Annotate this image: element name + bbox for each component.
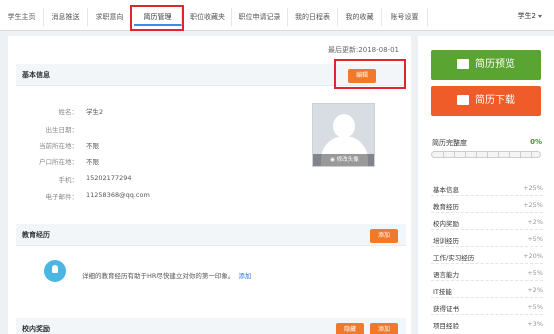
tab-job-intention[interactable]: 求职意向	[88, 8, 132, 26]
progress-segment	[498, 152, 499, 157]
tab-account-settings[interactable]: 账号设置	[382, 8, 428, 26]
resume-download-label: 简历下载	[475, 95, 515, 106]
section-item-projects[interactable]: 项目经验 +3%	[431, 320, 543, 332]
section-name: 教育经历	[433, 203, 459, 211]
resume-preview-button[interactable]: 简历预览	[431, 50, 541, 80]
phone-label: 手机：	[58, 176, 79, 184]
progress-segment	[476, 152, 477, 157]
avatar[interactable]: ◉ 修改头像	[312, 103, 375, 167]
section-name: IT技能	[433, 288, 452, 296]
lightbulb-icon	[44, 260, 66, 282]
education-title: 教育经历	[22, 231, 50, 239]
email-label: 电子邮件：	[45, 193, 79, 201]
completeness-label: 简历完整度	[432, 139, 467, 147]
email-value: 11258368@qq.com	[86, 191, 150, 199]
highlight-box-tab	[130, 5, 184, 31]
section-item-training[interactable]: 培训经历 +5%	[431, 235, 543, 247]
resume-panel: 最后更新:2018-08-01 基本信息 编辑 姓名： 学生2 出生日期： 当前…	[8, 36, 411, 334]
user-menu[interactable]: 学生2	[518, 11, 542, 21]
add-awards-button[interactable]: 添加	[370, 323, 399, 334]
completeness-percent: 0%	[530, 138, 542, 146]
section-percent: +25%	[523, 201, 543, 209]
add-education-button[interactable]: 添加	[370, 229, 399, 243]
section-percent: +5%	[527, 303, 543, 311]
current-location-value: 不限	[86, 142, 99, 150]
awards-header: 校内奖励 隐藏 添加	[16, 318, 406, 334]
section-percent: +2%	[527, 286, 543, 294]
section-item-it-skills[interactable]: IT技能 +2%	[431, 286, 543, 298]
progress-segment	[465, 152, 466, 157]
phone-value: 15202177294	[86, 174, 132, 182]
change-avatar-button[interactable]: ◉ 修改头像	[313, 154, 374, 166]
section-item-basic-info[interactable]: 基本信息 +25%	[431, 184, 543, 196]
section-item-language[interactable]: 语言能力 +5%	[431, 269, 543, 281]
user-name: 学生2	[517, 12, 536, 20]
resume-download-button[interactable]: 简历下载	[431, 86, 541, 116]
avatar-head-shape	[333, 114, 355, 138]
section-percent: +3%	[527, 320, 543, 328]
awards-title: 校内奖励	[22, 325, 50, 333]
education-add-link[interactable]: 添加	[238, 272, 251, 280]
section-name: 获得证书	[433, 305, 459, 313]
hukou-location-label: 户口所在地：	[39, 158, 78, 166]
progress-segment	[443, 152, 444, 157]
name-label: 姓名：	[58, 108, 79, 116]
section-item-education[interactable]: 教育经历 +25%	[431, 201, 543, 213]
tab-job-favorites[interactable]: 职位收藏夹	[184, 8, 232, 26]
section-name: 工作/实习经历	[433, 254, 475, 262]
section-percent: +5%	[527, 269, 543, 277]
tab-my-schedule[interactable]: 我的日程表	[288, 8, 338, 26]
section-percent: +5%	[527, 235, 543, 243]
tab-application-records[interactable]: 职位申请记录	[232, 8, 288, 26]
section-name: 校内奖励	[433, 220, 459, 228]
progress-segment	[531, 152, 532, 157]
section-name: 基本信息	[433, 186, 459, 194]
section-item-work-internship[interactable]: 工作/实习经历 +20%	[431, 252, 543, 264]
completeness-progress-bar	[431, 151, 541, 158]
resume-preview-label: 简历预览	[475, 59, 515, 70]
section-name: 培训经历	[433, 237, 459, 245]
tab-student-home[interactable]: 学生主页	[0, 8, 44, 26]
progress-segment	[487, 152, 488, 157]
section-percent: +2%	[527, 218, 543, 226]
progress-segment	[520, 152, 521, 157]
sidebar: 简历预览 简历下载 简历完整度 0% 基本信息 +25% 教育经历 +25% 校内奖…	[418, 36, 554, 334]
education-tip: 详细的教育经历有助于HR尽快建立对你的第一印象。 添加	[82, 270, 251, 280]
last-updated: 最后更新:2018-08-01	[327, 46, 399, 54]
section-percent: +20%	[523, 252, 543, 260]
change-avatar-label: 修改头像	[336, 157, 359, 163]
top-navigation: 学生主页 消息推送 求职意向 简历管理 职位收藏夹 职位申请记录 我的日程表 我…	[0, 0, 554, 31]
section-item-awards[interactable]: 校内奖励 +2%	[431, 218, 543, 230]
current-location-label: 当前所在地：	[39, 142, 78, 150]
section-percent: +25%	[523, 184, 543, 192]
hide-awards-button[interactable]: 隐藏	[336, 323, 365, 334]
progress-segment	[509, 152, 510, 157]
education-header: 教育经历 添加	[16, 224, 406, 246]
name-value: 学生2	[86, 108, 104, 116]
basic-info-title: 基本信息	[22, 71, 50, 79]
highlight-box-edit	[334, 59, 406, 89]
tab-my-favorites[interactable]: 我的收藏	[338, 8, 382, 26]
preview-card-icon	[457, 59, 469, 69]
birthdate-label: 出生日期：	[45, 126, 79, 134]
section-name: 语言能力	[433, 271, 459, 279]
progress-segment	[454, 152, 455, 157]
chevron-down-icon	[538, 14, 542, 18]
section-item-certificates[interactable]: 获得证书 +5%	[431, 303, 543, 315]
tab-message-push[interactable]: 消息推送	[44, 8, 88, 26]
section-name: 项目经验	[433, 322, 459, 330]
education-tip-text: 详细的教育经历有助于HR尽快建立对你的第一印象。	[82, 272, 235, 280]
download-icon	[457, 95, 469, 105]
hukou-location-value: 不限	[86, 158, 99, 166]
